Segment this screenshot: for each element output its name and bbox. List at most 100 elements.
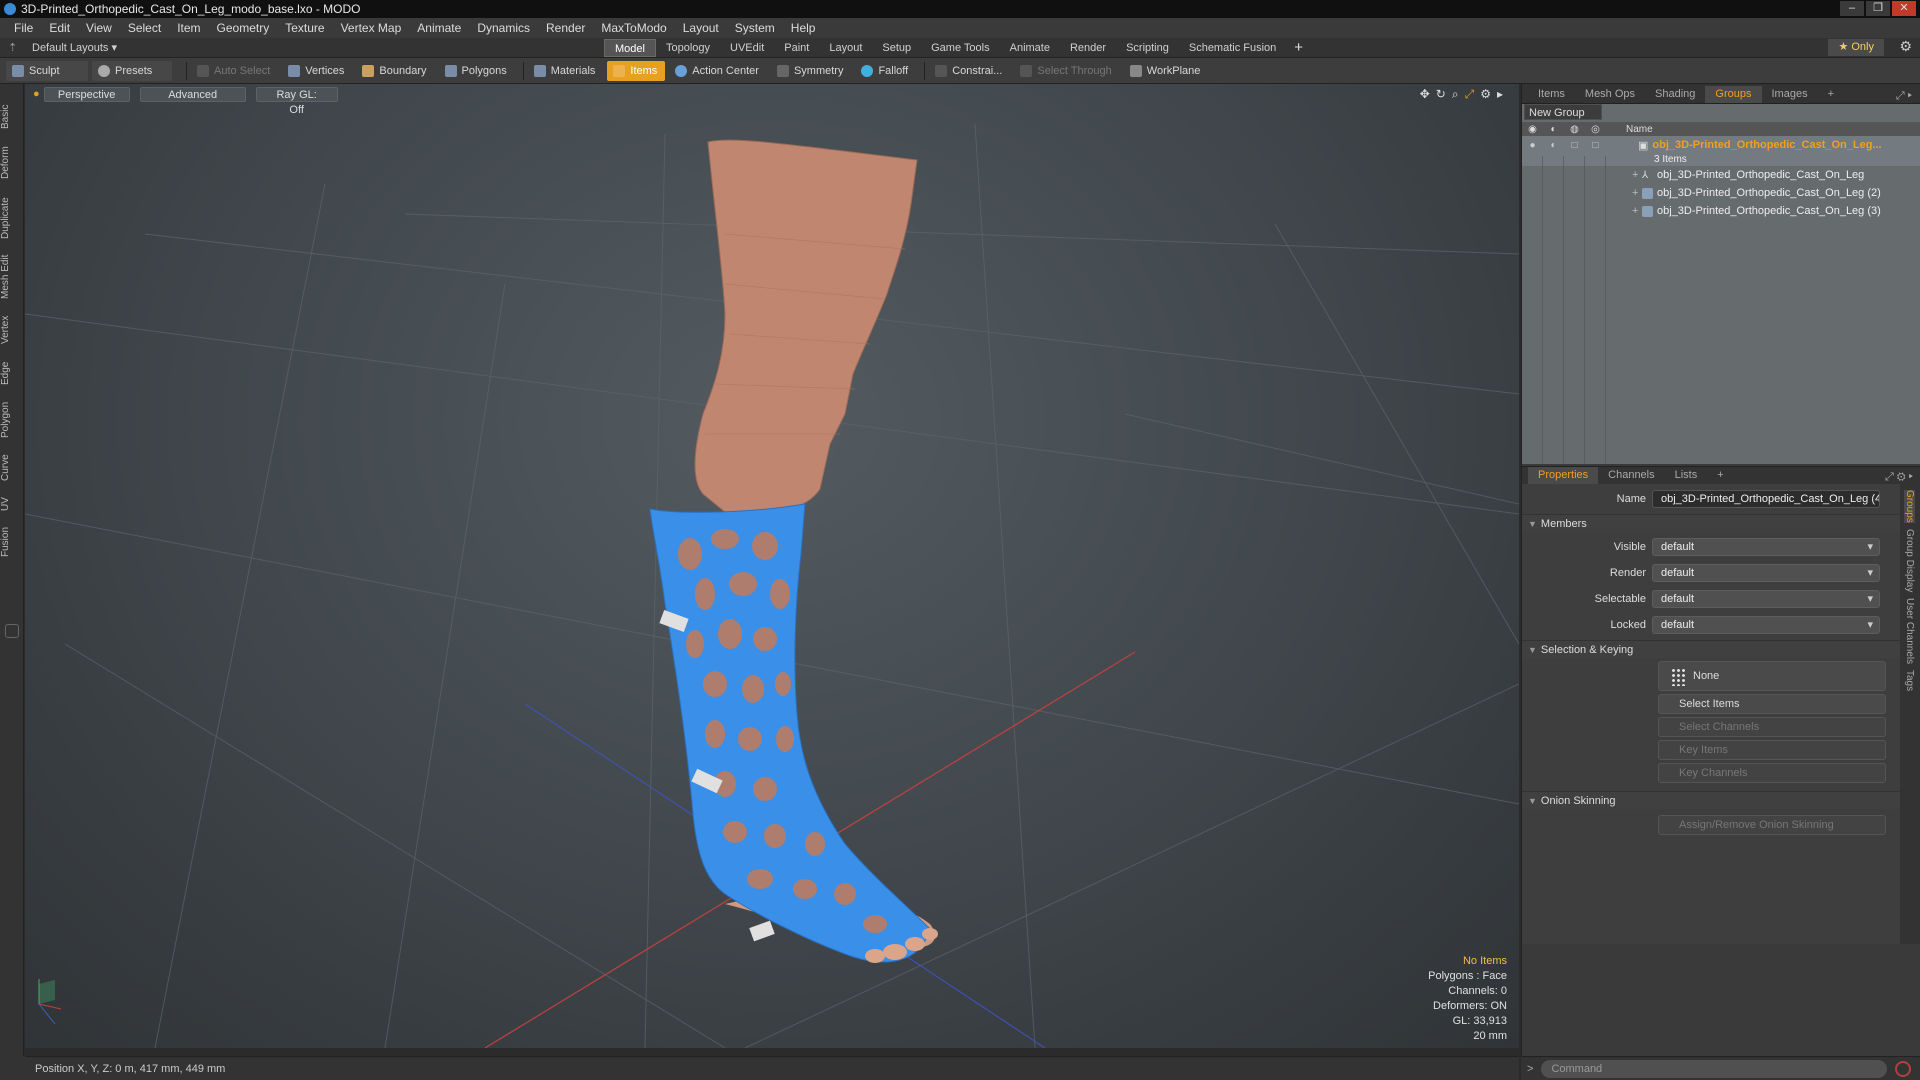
raygl-button[interactable]: Ray GL: Off — [255, 86, 338, 116]
panel-expand-icon[interactable]: ⤢ ▸ — [1896, 90, 1912, 103]
items-button[interactable]: Items — [607, 60, 666, 81]
left-tab-mesh-edit[interactable]: Mesh Edit — [0, 252, 24, 302]
onion-skinning-section[interactable]: ▼ Onion Skinning — [1522, 791, 1900, 809]
members-section[interactable]: ▼ Members — [1522, 514, 1900, 532]
render-dropdown[interactable]: default ▾ — [1652, 564, 1880, 582]
falloff-button[interactable]: Falloff — [855, 61, 916, 81]
menu-maxtomodo[interactable]: MaxToModo — [593, 21, 674, 35]
tab-layout[interactable]: Layout — [819, 39, 872, 57]
tab-topology[interactable]: Topology — [656, 39, 720, 57]
menu-edit[interactable]: Edit — [41, 21, 78, 35]
group-child-item[interactable]: + obj_3D-Printed_Orthopedic_Cast_On_Leg … — [1522, 202, 1920, 220]
eye-icon[interactable]: ◉ — [1522, 124, 1543, 135]
select-toggle-icon[interactable]: □ — [1585, 140, 1606, 151]
boundary-button[interactable]: Boundary — [356, 61, 434, 81]
tab-animate[interactable]: Animate — [1000, 39, 1060, 57]
minimize-button[interactable]: – — [1840, 1, 1864, 16]
select-through-button[interactable]: Select Through — [1014, 61, 1119, 81]
render-toggle-icon[interactable]: ◐ — [1543, 140, 1564, 151]
menu-render[interactable]: Render — [538, 21, 593, 35]
onion-skinning-button[interactable]: Assign/Remove Onion Skinning — [1658, 815, 1886, 835]
auto-select-button[interactable]: Auto Select — [191, 61, 278, 81]
gear-icon[interactable]: ⚙ — [1899, 38, 1912, 55]
left-tab-edge[interactable]: Edge — [0, 358, 24, 388]
tab-uvedit[interactable]: UVEdit — [720, 39, 774, 57]
group-child-item[interactable]: + obj_3D-Printed_Orthopedic_Cast_On_Leg … — [1522, 184, 1920, 202]
constraints-button[interactable]: Constrai... — [929, 61, 1010, 81]
pin-icon[interactable]: ⇡ — [8, 41, 18, 54]
leg-mesh[interactable] — [694, 139, 918, 515]
expand-arrow-icon[interactable]: + — [1632, 187, 1642, 199]
side-tab-groups[interactable]: Groups — [1904, 490, 1915, 523]
left-tab-uv[interactable]: UV — [0, 494, 24, 514]
vertices-button[interactable]: Vertices — [282, 61, 352, 81]
expand-arrow-icon[interactable]: + — [1632, 205, 1642, 217]
menu-animate[interactable]: Animate — [409, 21, 469, 35]
selectable-dropdown[interactable]: default ▾ — [1652, 590, 1880, 608]
key-channels-button[interactable]: Key Channels — [1658, 763, 1886, 783]
props-settings-icon[interactable]: ⤢ ⚙ ▸ — [1885, 471, 1913, 484]
left-tab-curve[interactable]: Curve — [0, 452, 24, 484]
action-center-button[interactable]: Action Center — [669, 61, 767, 81]
viewport-expand-icon[interactable]: ▸ — [1497, 87, 1503, 102]
advanced-button[interactable]: Advanced — [139, 86, 246, 102]
select-icon[interactable]: ◎ — [1585, 124, 1606, 135]
menu-system[interactable]: System — [727, 21, 783, 35]
sculpt-button[interactable]: Sculpt — [6, 60, 88, 81]
maximize-button[interactable]: ❐ — [1866, 1, 1890, 16]
menu-geometry[interactable]: Geometry — [209, 21, 278, 35]
zoom-icon[interactable]: ⌕ — [1452, 87, 1459, 102]
default-layouts-dropdown[interactable]: Default Layouts ▾ — [32, 41, 117, 54]
tab-model[interactable]: Model — [604, 38, 656, 57]
tab-paint[interactable]: Paint — [774, 39, 819, 57]
workplane-button[interactable]: WorkPlane — [1124, 61, 1209, 81]
command-input[interactable]: Command — [1541, 1059, 1888, 1078]
toggle-palette-button[interactable] — [5, 624, 19, 638]
left-tab-duplicate[interactable]: Duplicate — [0, 194, 24, 242]
left-tab-vertex[interactable]: Vertex — [0, 312, 24, 348]
viewport-settings-icon[interactable]: ⚙ — [1480, 87, 1491, 102]
locked-dropdown[interactable]: default ▾ — [1652, 616, 1880, 634]
pan-icon[interactable]: ✥ — [1420, 87, 1430, 102]
add-props-tab-button[interactable]: + — [1707, 467, 1733, 484]
menu-file[interactable]: File — [6, 21, 41, 35]
expand-arrow-icon[interactable]: + — [1632, 169, 1642, 181]
selection-keying-section[interactable]: ▼ Selection & Keying — [1522, 640, 1900, 658]
tab-shading[interactable]: Shading — [1645, 86, 1705, 103]
menu-item[interactable]: Item — [169, 21, 208, 35]
lock-icon[interactable]: ◍ — [1564, 124, 1585, 135]
add-layout-tab-button[interactable]: + — [1294, 39, 1303, 56]
left-tab-deform[interactable]: Deform — [0, 144, 24, 182]
fit-icon[interactable]: ⤢ — [1465, 87, 1475, 102]
tab-scripting[interactable]: Scripting — [1116, 39, 1179, 57]
menu-help[interactable]: Help — [783, 21, 824, 35]
menu-texture[interactable]: Texture — [277, 21, 332, 35]
group-name-field[interactable]: obj_3D-Printed_Orthopedic_Cast_On_Leg (4 — [1652, 490, 1880, 508]
tab-render[interactable]: Render — [1060, 39, 1116, 57]
menu-view[interactable]: View — [78, 21, 120, 35]
tab-channels[interactable]: Channels — [1598, 467, 1664, 484]
select-items-button[interactable]: Select Items — [1658, 694, 1886, 714]
perspective-button[interactable]: Perspective — [43, 86, 130, 102]
tab-mesh-ops[interactable]: Mesh Ops — [1575, 86, 1645, 103]
materials-button[interactable]: Materials — [528, 61, 604, 81]
select-channels-button[interactable]: Select Channels — [1658, 717, 1886, 737]
none-button[interactable]: None — [1658, 661, 1886, 691]
render-icon[interactable]: ◐ — [1543, 124, 1564, 135]
side-tab-group-display[interactable]: Group Display — [1904, 529, 1915, 592]
new-group-button[interactable]: New Group — [1524, 104, 1602, 120]
tab-items[interactable]: Items — [1528, 86, 1575, 103]
visible-dropdown[interactable]: default ▾ — [1652, 538, 1880, 556]
close-button[interactable]: ✕ — [1892, 1, 1916, 16]
menu-dynamics[interactable]: Dynamics — [469, 21, 538, 35]
record-macro-icon[interactable] — [1895, 1060, 1912, 1077]
menu-layout[interactable]: Layout — [675, 21, 727, 35]
visibility-toggle-icon[interactable]: ● — [1522, 140, 1543, 151]
key-items-button[interactable]: Key Items — [1658, 740, 1886, 760]
group-row-selected[interactable]: ● ◐ □ □ ▣ obj_3D-Printed_Orthopedic_Cast… — [1522, 136, 1920, 154]
tab-lists[interactable]: Lists — [1665, 467, 1708, 484]
menu-select[interactable]: Select — [120, 21, 169, 35]
viewport-menu-dot-icon[interactable]: ● — [33, 88, 40, 100]
tab-schematic-fusion[interactable]: Schematic Fusion — [1179, 39, 1286, 57]
presets-button[interactable]: Presets — [92, 60, 172, 81]
